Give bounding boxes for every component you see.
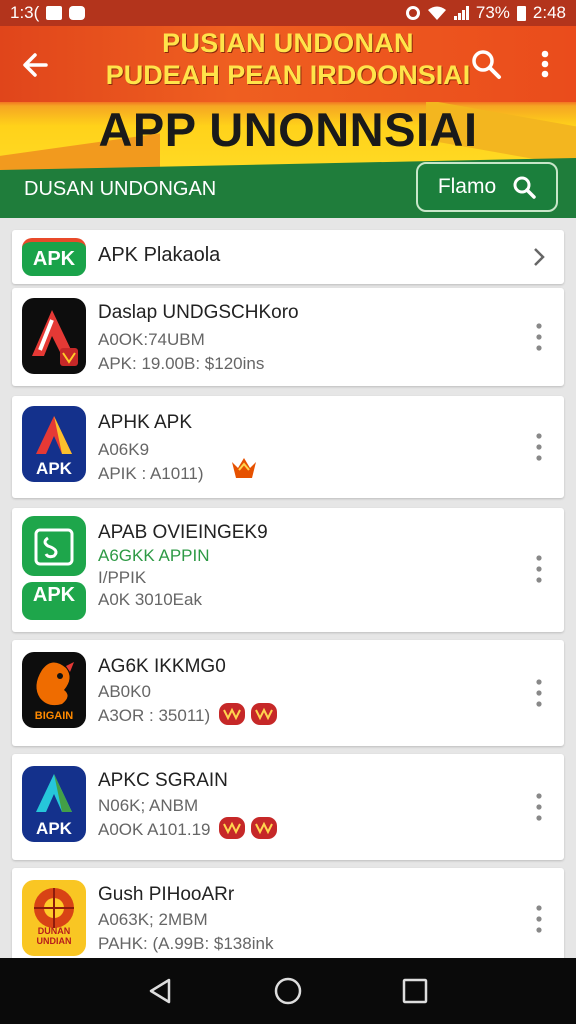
app-meta: AB0K0 — [98, 682, 151, 701]
overflow-menu-icon[interactable] — [534, 432, 544, 462]
header-banner: PUSIAN UNDONAN PUDEAH PEAN IRDOONSIAI AP… — [0, 26, 576, 218]
list-item[interactable]: BIGAIN AG6K IKKMG0 AB0K0 A3OR : 35011) — [12, 640, 564, 746]
list-item[interactable]: APK APAB OVIEINGEK9 A6GKK APPIN I/PPIK A… — [12, 508, 564, 632]
triangle-logo-icon — [22, 298, 86, 374]
chevron-right-icon[interactable] — [528, 246, 550, 268]
banner-title-line2: PUDEAH PEAN IRDOONSIAI — [105, 60, 471, 90]
app-meta: A3OR : 35011) — [98, 706, 211, 725]
list-item[interactable]: Daslap UNDGSCHKoro A0OK:74UBM APK: 19.00… — [12, 288, 564, 386]
battery-icon — [516, 5, 526, 21]
banner-big-title: APP UNONNSIAI — [98, 103, 478, 156]
app-meta: A0K 3010Eak — [98, 590, 202, 609]
app-meta: A6GKK APPIN — [98, 546, 210, 565]
nav-home-icon[interactable] — [273, 976, 303, 1006]
apk-badge: APK — [22, 238, 86, 276]
status-bar: 1:3( 73% 2:48 — [0, 0, 576, 26]
app-meta: A06K9 — [98, 440, 150, 459]
medal-badge-icon — [219, 817, 245, 839]
app-meta: A063K; 2MBM — [98, 910, 208, 929]
more-vert-icon[interactable] — [533, 48, 557, 80]
message-notification-icon — [69, 6, 86, 20]
battery-percent: 73% — [475, 3, 510, 22]
medal-badge-icon — [251, 703, 277, 725]
svg-text:APK: APK — [36, 459, 73, 478]
app-meta: A0OK A101.19 — [98, 820, 211, 839]
app-name: APAB OVIEINGEK9 — [98, 522, 268, 543]
app-list: APK APK Plakaola Daslap UNDGSCHKoro A0OK… — [0, 218, 576, 958]
crown-badge-icon — [232, 458, 256, 478]
list-item-label: APK Plakaola — [98, 244, 221, 266]
app-name: AG6K IKKMG0 — [98, 656, 226, 677]
alarm-icon — [405, 6, 420, 20]
app-icon-text: BIGAIN — [34, 710, 74, 722]
list-item[interactable]: DUNAN UNDIAN Gush PIHooARr A063K; 2MBM P… — [12, 868, 564, 958]
app-meta: APIK : A1011) — [98, 464, 204, 483]
app-icon-text: DUNAN UNDIAN — [36, 926, 72, 946]
app-bar: PUSIAN UNDONAN PUDEAH PEAN IRDOONSIAI — [0, 26, 576, 102]
app-name: APHK APK — [98, 412, 192, 433]
list-item-header[interactable]: APK APK Plakaola — [12, 230, 564, 284]
search-icon[interactable] — [470, 48, 502, 80]
wifi-icon — [427, 6, 446, 20]
signal-icon — [453, 6, 469, 20]
app-meta: I/PPIK — [98, 568, 147, 587]
list-item[interactable]: APK APKC SGRAIN N06K; ANBM A0OK A101.19 — [12, 754, 564, 860]
subheader-title: DUSAN UNDONGAN — [24, 178, 217, 200]
medal-badge-icon — [251, 817, 277, 839]
overflow-menu-icon[interactable] — [534, 678, 544, 708]
app-meta: A0OK:74UBM — [98, 330, 205, 349]
status-left: 1:3( — [10, 3, 86, 23]
search-icon — [513, 176, 536, 199]
list-item[interactable]: APK APHK APK A06K9 APIK : A1011) — [12, 396, 564, 498]
app-meta: APK: 19.00B: $120ins — [98, 354, 265, 373]
status-time-left: 1:3( — [10, 3, 40, 22]
overflow-menu-icon[interactable] — [534, 554, 544, 584]
app-name: Daslap UNDGSCHKoro — [98, 302, 299, 323]
status-time-right: 2:48 — [532, 3, 566, 22]
nav-recents-icon[interactable] — [401, 977, 429, 1005]
overflow-menu-icon[interactable] — [534, 322, 544, 352]
apk-logo-icon-blue: APK — [22, 766, 86, 842]
app-name: Gush PIHooARr — [98, 884, 235, 905]
overflow-menu-icon[interactable] — [534, 792, 544, 822]
svg-text:APK: APK — [36, 819, 73, 838]
apk-badge: APK — [32, 584, 76, 606]
status-right: 73% 2:48 — [405, 3, 566, 23]
app-name: APKC SGRAIN — [98, 770, 228, 791]
system-nav-bar — [0, 958, 576, 1024]
nav-back-icon[interactable] — [145, 976, 175, 1006]
gallery-notification-icon — [46, 6, 63, 20]
back-arrow-icon[interactable] — [20, 50, 50, 80]
filter-button-label: Flamo — [437, 175, 497, 198]
app-meta: N06K; ANBM — [98, 796, 199, 815]
overflow-menu-icon[interactable] — [534, 904, 544, 934]
medal-badge-icon — [219, 703, 245, 725]
banner-title-line1: PUSIAN UNDONAN — [162, 28, 414, 58]
apk-logo-icon: APK — [22, 406, 86, 482]
app-meta: PAHK: (A.99B: $138ink — [98, 934, 274, 953]
filter-button[interactable]: Flamo — [416, 162, 558, 212]
